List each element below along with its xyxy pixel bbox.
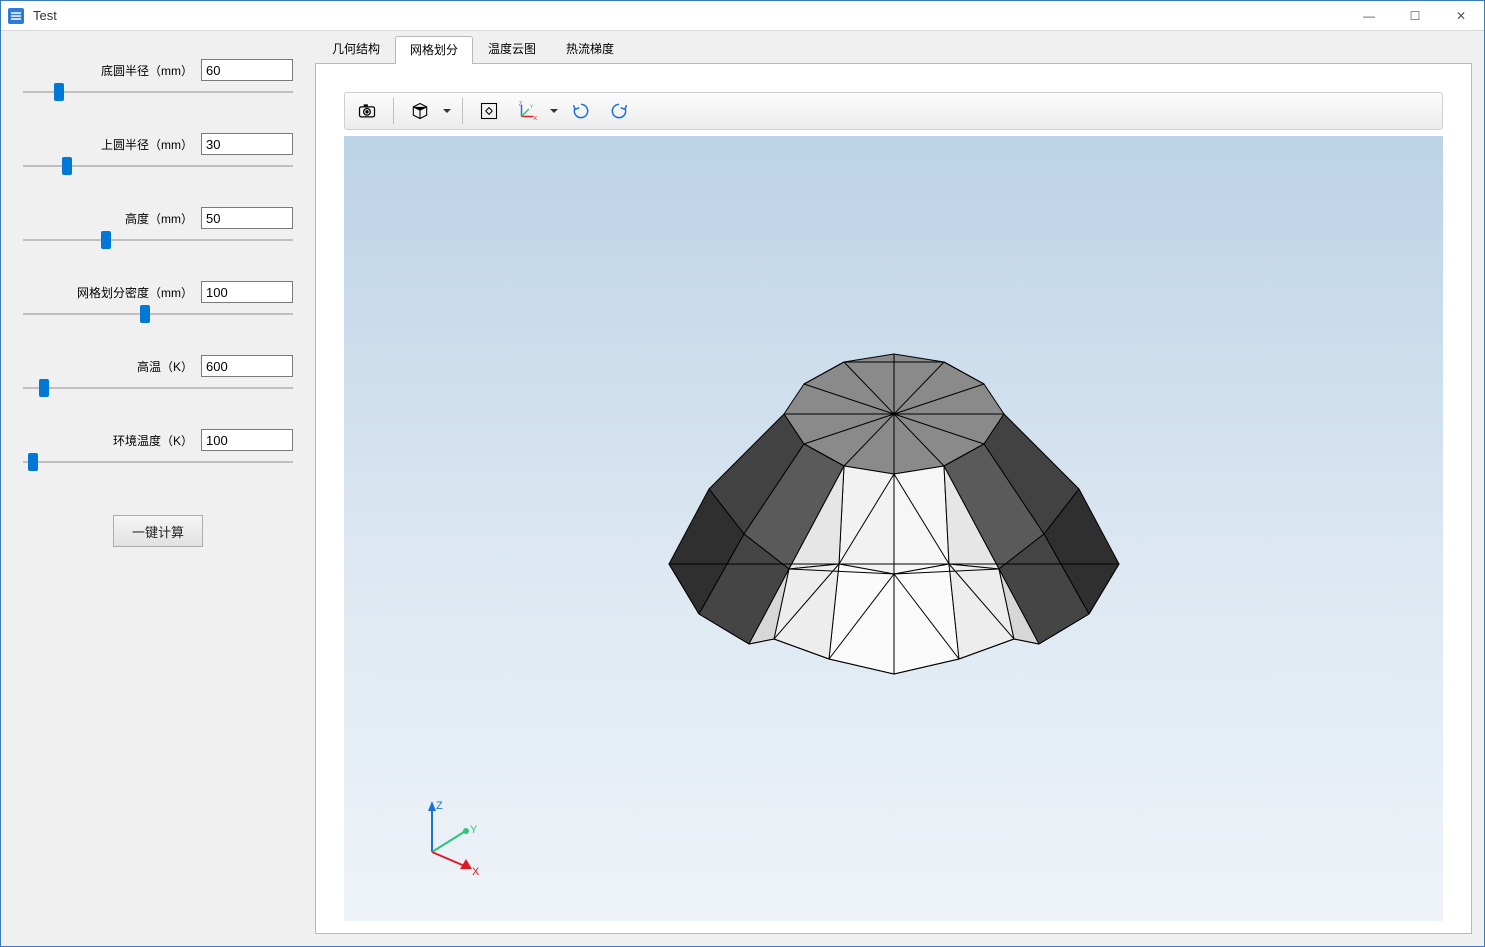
3d-viewport[interactable]: Z Y X [344,136,1443,921]
cube-view-icon[interactable] [404,96,436,126]
viewport-toolbar: ZYX [344,92,1443,130]
param-ambient-temp: 环境温度（K） [23,429,293,469]
separator [462,98,463,124]
camera-icon[interactable] [351,96,383,126]
axes-icon[interactable]: ZYX [511,96,543,126]
tab-mesh[interactable]: 网格划分 [395,36,473,64]
rotate-ccw-icon[interactable] [603,96,635,126]
close-button[interactable]: ✕ [1438,1,1484,31]
high-temp-input[interactable] [201,355,293,377]
svg-text:X: X [472,866,480,877]
svg-text:Z: Z [436,800,443,812]
high-temp-slider[interactable] [23,381,293,395]
param-label: 底圆半径（mm） [101,62,193,79]
param-mesh-density: 网格划分密度（mm） [23,281,293,321]
cube-view-dropdown[interactable] [442,107,452,115]
ambient-temp-slider[interactable] [23,455,293,469]
main-panel: 几何结构 网格划分 温度云图 热流梯度 [315,31,1484,946]
mesh-density-input[interactable] [201,281,293,303]
svg-text:Y: Y [470,824,478,836]
ambient-temp-input[interactable] [201,429,293,451]
param-bottom-radius: 底圆半径（mm） [23,59,293,99]
svg-text:Y: Y [530,104,534,110]
param-label: 网格划分密度（mm） [77,284,193,301]
maximize-button[interactable]: ☐ [1392,1,1438,31]
param-label: 高度（mm） [125,210,193,227]
fit-icon[interactable] [473,96,505,126]
axis-triad: Z Y X [412,797,492,877]
window-title: Test [33,8,57,23]
param-high-temp: 高温（K） [23,355,293,395]
bottom-radius-input[interactable] [201,59,293,81]
sidebar: 底圆半径（mm） 上圆半径（mm） 高度（mm） [1,31,315,946]
application-window: Test — ☐ ✕ 底圆半径（mm） 上圆半径（mm） [0,0,1485,947]
param-label: 环境温度（K） [113,432,193,449]
bottom-radius-slider[interactable] [23,85,293,99]
titlebar: Test — ☐ ✕ [1,1,1484,31]
client-area: 底圆半径（mm） 上圆半径（mm） 高度（mm） [1,31,1484,946]
top-radius-slider[interactable] [23,159,293,173]
axes-dropdown[interactable] [549,107,559,115]
svg-text:X: X [533,116,537,122]
tab-bar: 几何结构 网格划分 温度云图 热流梯度 [317,35,1472,63]
app-icon [7,7,25,25]
height-slider[interactable] [23,233,293,247]
param-height: 高度（mm） [23,207,293,247]
tab-geometry[interactable]: 几何结构 [317,35,395,63]
param-label: 上圆半径（mm） [101,136,193,153]
param-top-radius: 上圆半径（mm） [23,133,293,173]
height-input[interactable] [201,207,293,229]
canvas-container: ZYX [315,63,1472,934]
mesh-render [614,314,1174,774]
top-radius-input[interactable] [201,133,293,155]
minimize-button[interactable]: — [1346,1,1392,31]
tab-temperature[interactable]: 温度云图 [473,35,551,63]
separator [393,98,394,124]
mesh-density-slider[interactable] [23,307,293,321]
tab-heatflux[interactable]: 热流梯度 [551,35,629,63]
calculate-button[interactable]: 一键计算 [113,515,203,547]
rotate-cw-icon[interactable] [565,96,597,126]
param-label: 高温（K） [137,358,193,375]
